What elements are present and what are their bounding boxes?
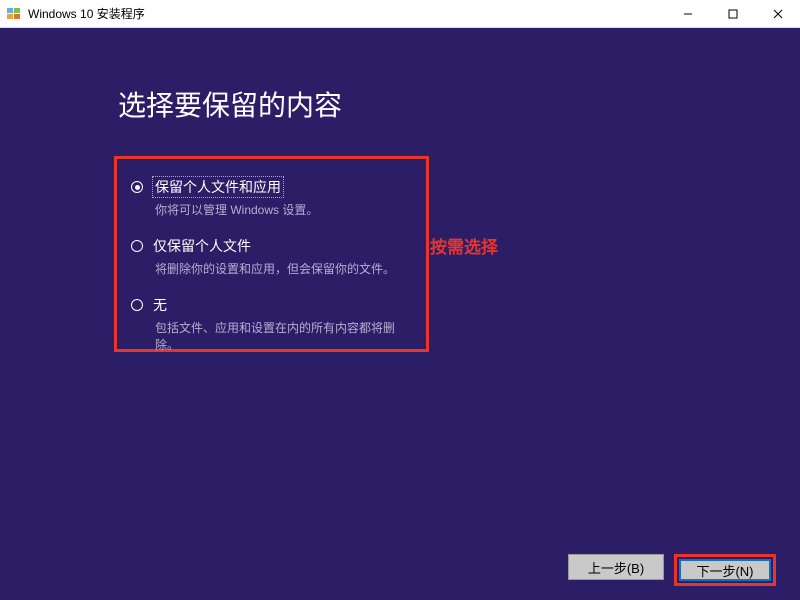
radio-icon bbox=[131, 299, 143, 311]
option-label: 无 bbox=[153, 295, 167, 315]
app-icon bbox=[6, 6, 22, 22]
option-label: 仅保留个人文件 bbox=[153, 236, 251, 256]
page-title: 选择要保留的内容 bbox=[118, 84, 342, 124]
next-button[interactable]: 下一步(N) bbox=[679, 559, 771, 581]
option-desc: 将删除你的设置和应用，但会保留你的文件。 bbox=[155, 260, 412, 277]
annotation-text: 按需选择 bbox=[430, 233, 498, 258]
window-title: Windows 10 安装程序 bbox=[28, 5, 145, 22]
option-desc: 包括文件、应用和设置在内的所有内容都将删除。 bbox=[155, 319, 412, 353]
option-desc: 你将可以管理 Windows 设置。 bbox=[155, 201, 412, 218]
radio-icon bbox=[131, 181, 143, 193]
radio-icon bbox=[131, 240, 143, 252]
option-keep-files-apps[interactable]: 保留个人文件和应用 你将可以管理 Windows 设置。 bbox=[131, 177, 412, 218]
minimize-button[interactable] bbox=[665, 0, 710, 28]
option-keep-files-only[interactable]: 仅保留个人文件 将删除你的设置和应用，但会保留你的文件。 bbox=[131, 236, 412, 277]
titlebar: Windows 10 安装程序 bbox=[0, 0, 800, 28]
option-label: 保留个人文件和应用 bbox=[153, 177, 283, 197]
maximize-button[interactable] bbox=[710, 0, 755, 28]
option-nothing[interactable]: 无 包括文件、应用和设置在内的所有内容都将删除。 bbox=[131, 295, 412, 353]
close-button[interactable] bbox=[755, 0, 800, 28]
setup-content: 选择要保留的内容 保留个人文件和应用 你将可以管理 Windows 设置。 仅保… bbox=[0, 28, 800, 600]
options-highlight-box: 保留个人文件和应用 你将可以管理 Windows 设置。 仅保留个人文件 将删除… bbox=[114, 156, 429, 352]
button-bar: 上一步(B) 下一步(N) bbox=[568, 554, 776, 586]
back-button[interactable]: 上一步(B) bbox=[568, 554, 664, 580]
next-button-highlight: 下一步(N) bbox=[674, 554, 776, 586]
window-controls bbox=[665, 0, 800, 28]
